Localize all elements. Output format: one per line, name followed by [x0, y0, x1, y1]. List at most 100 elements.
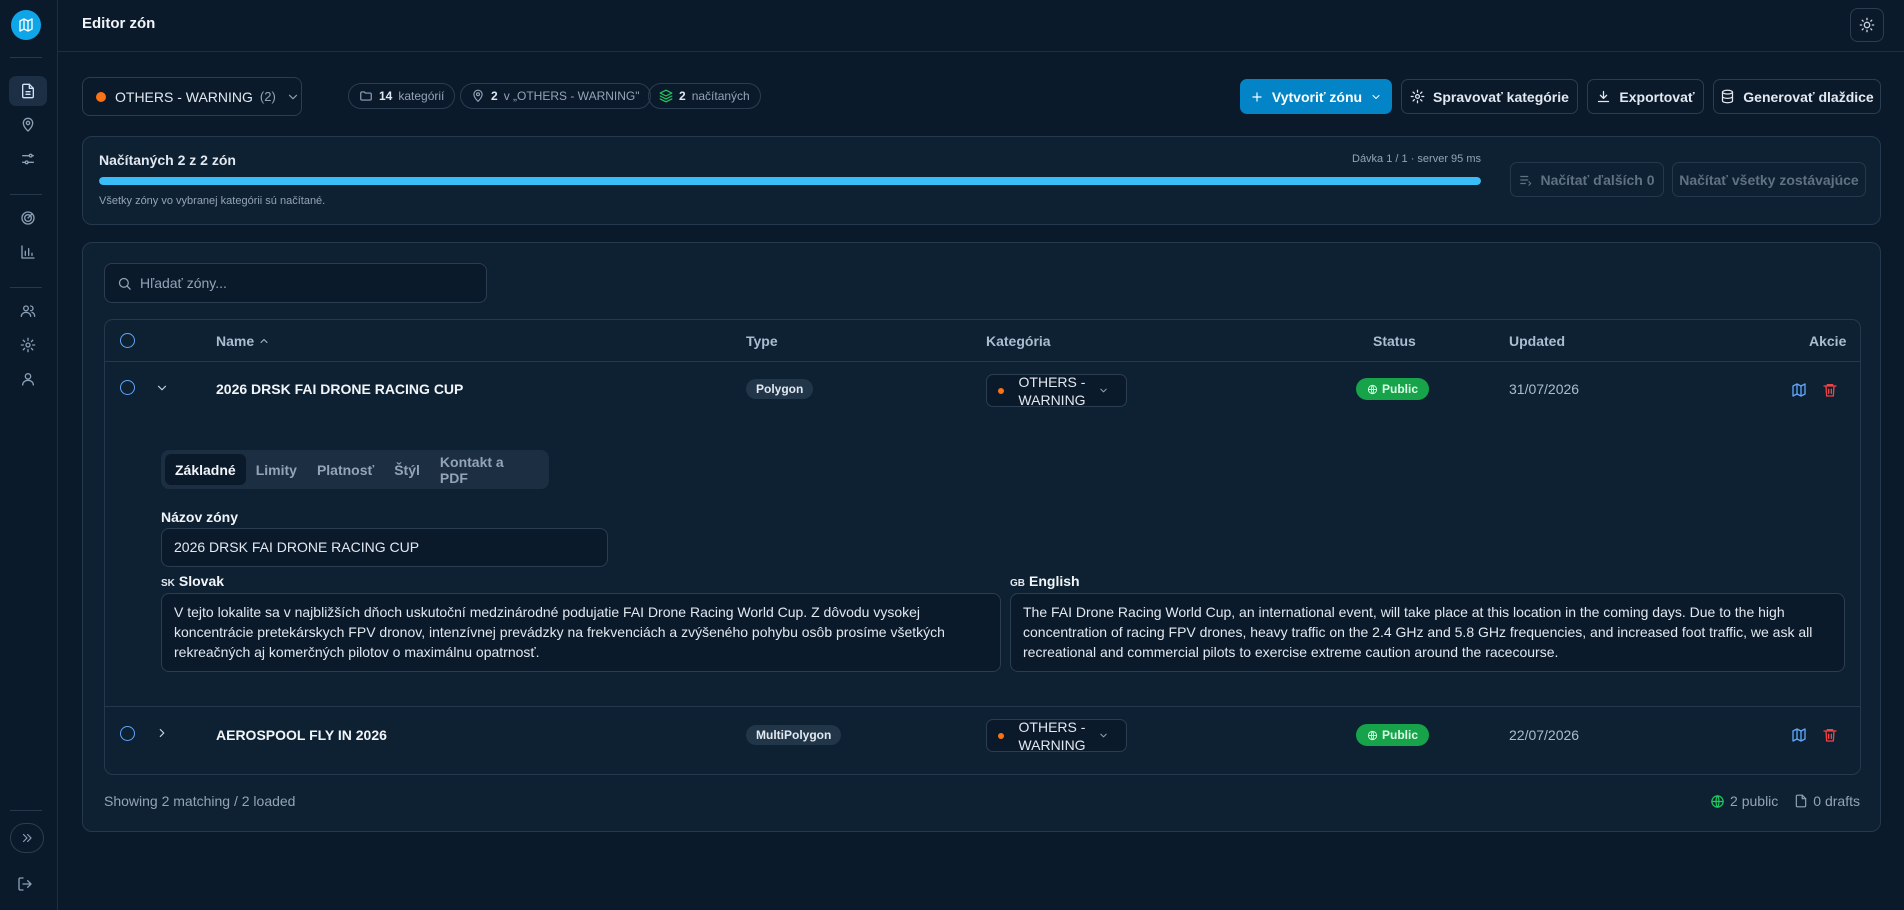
plus-icon	[1252, 91, 1262, 102]
manage-categories-button[interactable]: Spravovať kategórie	[1401, 79, 1578, 114]
zone-name: AEROSPOOL FLY IN 2026	[216, 727, 387, 743]
slovak-label: SK Slovak	[161, 573, 224, 589]
globe-icon	[1367, 384, 1378, 394]
column-name-header[interactable]: Name	[216, 333, 270, 349]
view-on-map-icon[interactable]	[1791, 727, 1807, 743]
table-row[interactable]: 2026 DRSK FAI DRONE RACING CUP Polygon O…	[105, 362, 1860, 418]
page-title: Editor zón	[82, 15, 156, 32]
public-count-label: 2 public	[1730, 793, 1779, 809]
bar-chart-icon	[21, 245, 35, 259]
folder-icon	[360, 91, 372, 101]
tab-style[interactable]: Štýl	[384, 454, 430, 485]
list-icon	[1520, 175, 1532, 186]
loading-progress-bar	[99, 177, 1481, 185]
sidebar-item-locations[interactable]	[9, 110, 47, 140]
results-summary: Showing 2 matching / 2 loaded	[104, 793, 296, 809]
chevron-down-icon	[288, 94, 297, 99]
gear-icon	[1410, 89, 1425, 104]
tab-validity[interactable]: Platnosť	[307, 454, 384, 485]
sidebar-divider	[10, 287, 42, 288]
column-status-header: Status	[1373, 333, 1416, 349]
download-icon	[1598, 90, 1610, 103]
file-icon	[22, 83, 34, 99]
radar-icon	[21, 211, 35, 225]
loading-meta: Dávka 1 / 1 · server 95 ms	[1352, 153, 1481, 165]
status-badge: Public	[1356, 378, 1429, 400]
top-header: Editor zón	[58, 0, 1904, 52]
sort-ascending-icon	[260, 339, 268, 343]
status-label: Public	[1381, 382, 1418, 396]
column-type-header: Type	[746, 333, 778, 349]
sidebar-item-users[interactable]	[9, 296, 47, 326]
users-icon	[20, 305, 36, 317]
chevron-down-icon[interactable]	[155, 381, 169, 395]
sidebar-item-profile[interactable]	[9, 364, 47, 394]
row-category-label: OTHERS - WARNING	[1018, 718, 1086, 753]
sidebar-divider	[10, 57, 42, 58]
delete-icon[interactable]	[1822, 382, 1838, 398]
sidebar-divider	[10, 810, 42, 811]
zones-in-category-label: v „OTHERS - WARNING"	[503, 89, 640, 103]
categories-count-value: 14	[379, 89, 393, 103]
zones-table: Name Type Kategória Status Updated Akcie…	[104, 319, 1861, 775]
view-on-map-icon[interactable]	[1791, 382, 1807, 398]
category-color-dot	[998, 732, 1004, 739]
globe-icon	[1367, 730, 1378, 740]
zones-in-category-pill: 2 v „OTHERS - WARNING"	[460, 83, 651, 109]
row-category-select[interactable]: OTHERS - WARNING	[986, 718, 1127, 753]
tab-limits[interactable]: Limity	[246, 454, 307, 485]
zone-name: 2026 DRSK FAI DRONE RACING CUP	[216, 381, 464, 397]
sidebar-item-filters[interactable]	[9, 144, 47, 174]
category-select[interactable]: OTHERS - WARNING (2)	[82, 77, 302, 116]
sidebar	[0, 0, 58, 910]
sidebar-item-zone-editor[interactable]	[9, 76, 47, 106]
logout-icon	[18, 877, 32, 891]
category-select-label: OTHERS - WARNING	[115, 88, 253, 105]
slovak-description-textarea[interactable]: V tejto lokalite sa v najbližších dňoch …	[161, 593, 1001, 672]
row-checkbox[interactable]	[120, 726, 135, 741]
sk-flag: SK	[161, 578, 175, 589]
zone-name-input[interactable]: 2026 DRSK FAI DRONE RACING CUP	[161, 528, 608, 567]
sidebar-item-stats[interactable]	[9, 237, 47, 267]
english-description-textarea[interactable]: The FAI Drone Racing World Cup, an inter…	[1010, 593, 1845, 672]
globe-icon	[1711, 794, 1724, 808]
load-more-button[interactable]: Načítať ďalších 0	[1510, 162, 1664, 197]
map-pin-icon	[22, 117, 34, 132]
gear-icon	[20, 337, 36, 353]
delete-icon[interactable]	[1822, 727, 1838, 743]
updated-date: 31/07/2026	[1509, 381, 1580, 397]
drafts-count: 0 drafts	[1794, 793, 1860, 809]
logout-button[interactable]	[17, 876, 33, 892]
gb-flag: GB	[1010, 578, 1025, 589]
export-button[interactable]: Exportovať	[1587, 79, 1704, 114]
load-all-button[interactable]: Načítať všetky zostávajúce	[1672, 162, 1866, 197]
row-checkbox[interactable]	[120, 380, 135, 395]
row-category-select[interactable]: OTHERS - WARNING	[986, 374, 1127, 408]
map-logo-icon[interactable]	[11, 10, 41, 40]
search-input[interactable]	[140, 275, 460, 291]
sidebar-item-settings[interactable]	[9, 330, 47, 360]
category-color-dot	[998, 387, 1004, 394]
loading-title: Načítaných 2 z 2 zón	[99, 152, 236, 168]
english-label: GB English	[1010, 573, 1080, 589]
create-zone-button[interactable]: Vytvoriť zónu	[1240, 79, 1392, 114]
table-row[interactable]: AEROSPOOL FLY IN 2026 MultiPolygon OTHER…	[105, 707, 1860, 774]
generate-tiles-label: Generovať dlaždice	[1743, 88, 1874, 105]
sidebar-divider	[10, 194, 42, 195]
chevron-down-icon	[1100, 733, 1107, 738]
chevron-right-icon[interactable]	[155, 726, 169, 740]
layers-icon	[659, 89, 673, 103]
theme-toggle-button[interactable]	[1850, 8, 1884, 42]
sidebar-item-radar[interactable]	[9, 203, 47, 233]
zones-card: Name Type Kategória Status Updated Akcie…	[82, 242, 1881, 832]
file-icon	[1796, 794, 1807, 808]
tab-contact-pdf[interactable]: Kontakt a PDF	[430, 454, 545, 486]
loaded-count-label: načítaných	[691, 89, 750, 103]
loading-progress-fill	[99, 177, 1481, 185]
map-pin-icon	[473, 89, 483, 102]
zone-name-label: Názov zóny	[161, 509, 239, 525]
expand-sidebar-button[interactable]	[10, 823, 44, 853]
tab-basic[interactable]: Základné	[165, 454, 246, 485]
select-all-checkbox[interactable]	[120, 333, 135, 348]
generate-tiles-button[interactable]: Generovať dlaždice	[1713, 79, 1881, 114]
